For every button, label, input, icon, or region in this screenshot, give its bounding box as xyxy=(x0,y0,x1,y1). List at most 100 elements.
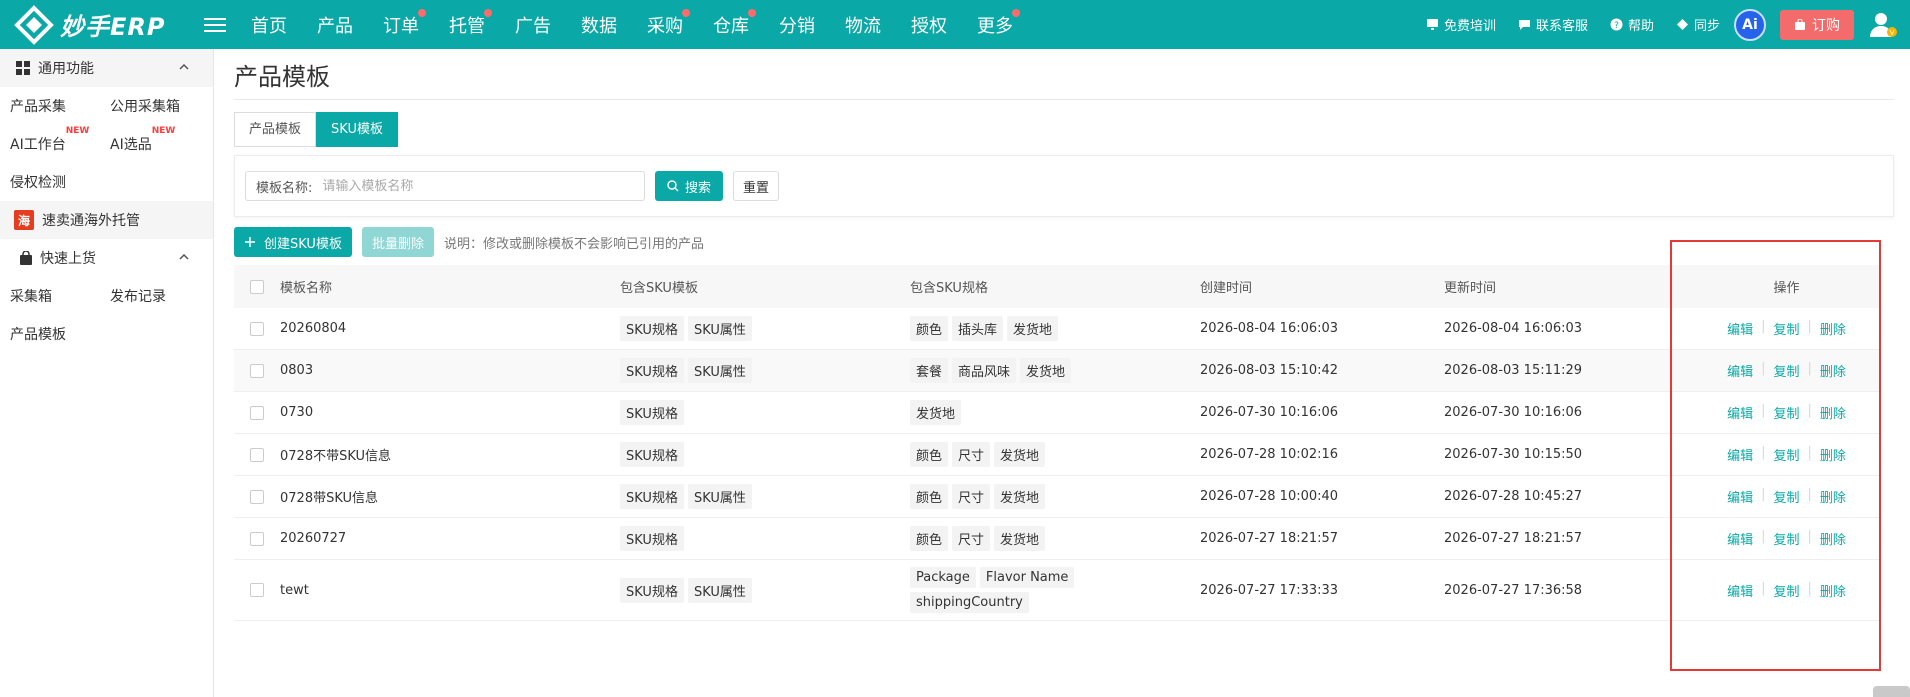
nav-item[interactable]: 仓库 xyxy=(713,8,756,38)
svg-text:?: ? xyxy=(1614,21,1619,31)
delete-link[interactable]: 删除 xyxy=(1820,487,1846,506)
sidebar-item-product-collect[interactable]: 产品采集 xyxy=(0,96,100,116)
contact-service-link[interactable]: 联系客服 xyxy=(1518,15,1588,34)
sku-template-tag: SKU属性 xyxy=(687,316,752,341)
sidebar-group-general[interactable]: 通用功能 xyxy=(0,49,213,87)
separator: | xyxy=(1761,403,1766,418)
search-button[interactable]: 搜索 xyxy=(655,171,724,201)
help-link[interactable]: ? 帮助 xyxy=(1610,15,1654,34)
nav-item[interactable]: 广告 xyxy=(515,12,551,38)
created-time-cell: 2026-08-04 16:06:03 xyxy=(1200,321,1339,336)
free-training-link[interactable]: 免费培训 xyxy=(1426,15,1496,34)
notification-dot xyxy=(748,8,756,17)
sku-template-cell: SKU规格 SKU属性 xyxy=(620,356,910,385)
sidebar-row: 采集箱 发布记录 xyxy=(0,277,213,315)
sku-template-tag: SKU属性 xyxy=(687,358,752,383)
sidebar-item-aliexpress-hosting[interactable]: 海 速卖通海外托管 xyxy=(0,201,213,239)
order-button[interactable]: 订购 xyxy=(1780,9,1854,40)
sku-template-cell: SKU规格 SKU属性 xyxy=(620,314,910,343)
row-checkbox-cell xyxy=(234,363,280,378)
delete-link[interactable]: 删除 xyxy=(1820,581,1846,600)
delete-link[interactable]: 删除 xyxy=(1820,529,1846,548)
template-name-cell: tewt xyxy=(280,582,309,598)
ai-assistant-button[interactable]: Ai xyxy=(1734,8,1766,41)
sidebar-item-ai-selection[interactable]: AI选品 NEW xyxy=(100,126,200,154)
nav-item[interactable]: 托管 xyxy=(449,8,492,38)
tab-product-template[interactable]: 产品模板 xyxy=(234,112,317,147)
edit-link[interactable]: 编辑 xyxy=(1727,529,1753,548)
template-name-cell: 0728不带SKU信息 xyxy=(280,449,392,464)
updated-time-cell: 2026-07-27 17:36:58 xyxy=(1444,582,1583,598)
updated-time-cell: 2026-07-30 10:15:50 xyxy=(1444,447,1583,462)
sku-spec-cell: 发货地 xyxy=(910,398,1200,427)
copy-link[interactable]: 复制 xyxy=(1773,581,1799,600)
reset-button[interactable]: 重置 xyxy=(733,171,780,201)
sidebar-item-public-collect-box[interactable]: 公用采集箱 xyxy=(100,96,200,116)
logo[interactable]: 妙手ERP xyxy=(14,4,188,45)
main-content: 产品模板 产品模板 SKU模板 模板名称: 搜索 重置 创建SKU模板 批量删除… xyxy=(234,49,1894,621)
created-time-cell: 2026-08-03 15:10:42 xyxy=(1200,363,1339,378)
template-name-input[interactable] xyxy=(322,178,644,194)
row-checkbox[interactable] xyxy=(250,531,264,546)
template-name-field: 模板名称: xyxy=(245,171,645,201)
row-checkbox[interactable] xyxy=(250,321,264,336)
scrollbar-thumb[interactable] xyxy=(1873,686,1910,697)
sku-spec-cell: 颜色 尺寸 发货地 xyxy=(910,524,1200,553)
edit-link[interactable]: 编辑 xyxy=(1727,487,1753,506)
bag-icon xyxy=(1795,18,1805,30)
sidebar-item-ai-workbench[interactable]: AI工作台 NEW xyxy=(0,126,100,154)
updated-time-cell: 2026-07-27 18:21:57 xyxy=(1444,531,1583,546)
create-sku-template-button[interactable]: 创建SKU模板 xyxy=(234,227,352,257)
edit-link[interactable]: 编辑 xyxy=(1727,581,1753,600)
sku-template-cell: SKU规格 SKU属性 xyxy=(620,576,910,605)
copy-link[interactable]: 复制 xyxy=(1773,361,1799,380)
menu-toggle-icon[interactable] xyxy=(204,14,226,36)
delete-link[interactable]: 删除 xyxy=(1820,361,1846,380)
row-checkbox[interactable] xyxy=(250,489,264,504)
copy-link[interactable]: 复制 xyxy=(1773,445,1799,464)
nav-item[interactable]: 产品 xyxy=(317,12,353,38)
nav-item[interactable]: 数据 xyxy=(581,12,617,38)
separator: | xyxy=(1761,487,1766,502)
sku-template-cell: SKU规格 xyxy=(620,524,910,553)
row-checkbox-cell xyxy=(234,321,280,336)
sidebar-item-publish-records[interactable]: 发布记录 xyxy=(100,286,200,306)
copy-link[interactable]: 复制 xyxy=(1773,319,1799,338)
delete-link[interactable]: 删除 xyxy=(1820,445,1846,464)
edit-link[interactable]: 编辑 xyxy=(1727,319,1753,338)
nav-item[interactable]: 采购 xyxy=(647,8,690,38)
separator: | xyxy=(1761,445,1766,460)
row-checkbox[interactable] xyxy=(250,405,264,420)
sidebar-item-collect-box[interactable]: 采集箱 xyxy=(0,286,100,306)
sku-spec-tag: 尺寸 xyxy=(952,442,991,467)
edit-link[interactable]: 编辑 xyxy=(1727,361,1753,380)
copy-link[interactable]: 复制 xyxy=(1773,529,1799,548)
nav-item[interactable]: 授权 xyxy=(911,12,947,38)
sync-link[interactable]: 同步 xyxy=(1676,15,1720,34)
edit-link[interactable]: 编辑 xyxy=(1727,403,1753,422)
new-badge: NEW xyxy=(151,126,176,136)
sku-spec-tag: 颜色 xyxy=(910,316,949,341)
select-all-checkbox[interactable] xyxy=(250,279,264,294)
delete-link[interactable]: 删除 xyxy=(1820,403,1846,422)
tab-sku-template[interactable]: SKU模板 xyxy=(316,112,398,147)
top-right-tools: 免费培训 联系客服 ? 帮助 同步 Ai 订购 V xyxy=(1404,0,1898,49)
nav-item[interactable]: 订单 xyxy=(383,8,426,38)
copy-link[interactable]: 复制 xyxy=(1773,487,1799,506)
nav-item[interactable]: 更多 xyxy=(977,8,1020,38)
copy-link[interactable]: 复制 xyxy=(1773,403,1799,422)
row-checkbox[interactable] xyxy=(250,583,264,597)
sidebar-item-infringement-check[interactable]: 侵权检测 xyxy=(0,172,100,192)
nav-item[interactable]: 分销 xyxy=(779,12,815,38)
user-avatar-icon[interactable]: V xyxy=(1868,10,1898,40)
sidebar-item-product-template[interactable]: 产品模板 xyxy=(0,324,100,344)
delete-link[interactable]: 删除 xyxy=(1820,319,1846,338)
row-checkbox[interactable] xyxy=(250,363,264,378)
row-checkbox[interactable] xyxy=(250,447,264,462)
batch-delete-button[interactable]: 批量删除 xyxy=(361,227,434,257)
nav-item[interactable]: 物流 xyxy=(845,12,881,38)
edit-link[interactable]: 编辑 xyxy=(1727,445,1753,464)
nav-item[interactable]: 首页 xyxy=(251,12,287,38)
monitor-icon xyxy=(1426,19,1438,30)
sidebar-group-quick-listing[interactable]: 快速上货 xyxy=(0,239,213,277)
